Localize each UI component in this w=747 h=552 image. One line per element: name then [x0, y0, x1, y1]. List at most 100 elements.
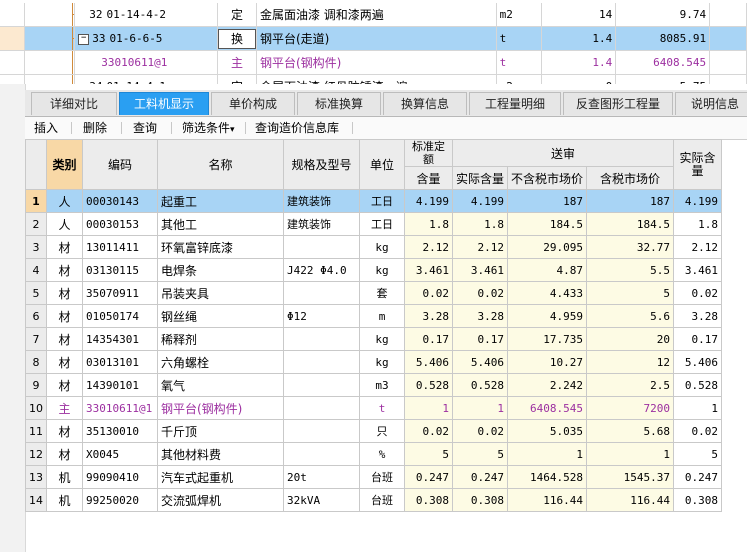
actual-content2-cell[interactable]: 1: [673, 396, 723, 420]
price-excl-tax-cell[interactable]: 116.44: [507, 488, 588, 512]
actual-content2-cell[interactable]: 0.17: [673, 327, 723, 351]
code-cell[interactable]: 13011411: [82, 235, 158, 259]
category-cell[interactable]: 主: [46, 396, 83, 420]
std-content-cell[interactable]: 5: [404, 442, 453, 466]
bill-price-cell[interactable]: 8085.91: [615, 26, 711, 51]
material-row[interactable]: 4 材 03130115 电焊条 J422 Φ4.0 kg 3.461 3.461 4.87 5.…: [25, 258, 723, 282]
unit-cell[interactable]: 工日: [359, 212, 405, 236]
material-row[interactable]: 7 材 14354301 稀释剂 kg 0.17 0.17 17.735 20 0.17: [25, 327, 723, 351]
bill-code-cell[interactable]: 33010611@1: [74, 50, 218, 75]
filter-dropdown[interactable]: 筛选条件▾: [182, 120, 235, 136]
tab-6[interactable]: 工程量明细: [469, 92, 561, 115]
code-cell[interactable]: 00030143: [82, 189, 158, 213]
bill-type-cell[interactable]: 定: [217, 74, 257, 84]
category-cell[interactable]: 人: [46, 212, 83, 236]
row-number[interactable]: 7: [25, 327, 47, 351]
material-row[interactable]: 8 材 03013101 六角螺栓 kg 5.406 5.406 10.27 12 5.406: [25, 350, 723, 374]
std-content-cell[interactable]: 2.12: [404, 235, 453, 259]
price-incl-tax-cell[interactable]: 32.77: [586, 235, 675, 259]
actual-content2-cell[interactable]: 0.308: [673, 488, 723, 512]
code-header[interactable]: 编码: [82, 139, 158, 190]
category-cell[interactable]: 材: [46, 281, 83, 305]
actual-content2-cell[interactable]: 3.461: [673, 258, 723, 282]
name-cell[interactable]: 起重工: [157, 189, 284, 213]
category-cell[interactable]: 材: [46, 258, 83, 282]
std-content-cell[interactable]: 5.406: [404, 350, 453, 374]
row-number[interactable]: 8: [25, 350, 47, 374]
row-number[interactable]: 1: [25, 189, 47, 213]
spec-cell[interactable]: [283, 373, 360, 397]
bill-item-row[interactable]: −33 01-6-6-5 换钢平台(走道) t 1.4 8085.91: [0, 26, 747, 51]
bill-unit-cell[interactable]: m2: [496, 74, 543, 84]
name-cell[interactable]: 交流弧焊机: [157, 488, 284, 512]
bill-name-cell[interactable]: 钢平台(钢构件): [256, 50, 497, 75]
price-incl-tax-cell[interactable]: 5.68: [586, 419, 675, 443]
code-cell[interactable]: 01050174: [82, 304, 158, 328]
material-row[interactable]: 13 机 99090410 汽车式起重机 20t 台班 0.247 0.247 1464.528…: [25, 465, 723, 489]
collapse-icon[interactable]: −: [78, 33, 90, 45]
std-content-cell[interactable]: 0.17: [404, 327, 453, 351]
unit-cell[interactable]: kg: [359, 235, 405, 259]
price-incl-tax-cell[interactable]: 184.5: [586, 212, 675, 236]
actual-content-cell[interactable]: 3.28: [451, 304, 509, 328]
actual-content-cell[interactable]: 4.199: [451, 189, 509, 213]
tab-1[interactable]: 详细对比: [31, 92, 117, 115]
spec-cell[interactable]: [283, 235, 360, 259]
bill-code-cell[interactable]: 32 01-14-4-2: [74, 3, 218, 27]
row-number[interactable]: 11: [25, 419, 47, 443]
tab-8[interactable]: 说明信息: [675, 92, 747, 115]
spec-cell[interactable]: [283, 396, 360, 420]
spec-header[interactable]: 规格及型号: [283, 139, 360, 190]
actual-content-cell[interactable]: 0.308: [451, 488, 509, 512]
row-number[interactable]: 9: [25, 373, 47, 397]
std-content-cell[interactable]: 3.461: [404, 258, 453, 282]
tab-3[interactable]: 单价构成: [211, 92, 295, 115]
std-content-cell[interactable]: 3.28: [404, 304, 453, 328]
spec-cell[interactable]: 建筑装饰: [283, 212, 360, 236]
price-incl-tax-cell[interactable]: 7200: [586, 396, 675, 420]
bill-unit-cell[interactable]: t: [496, 26, 543, 51]
actual-content-cell[interactable]: 1.8: [451, 212, 509, 236]
price-incl-tax-cell[interactable]: 1: [586, 442, 675, 466]
unit-cell[interactable]: m: [359, 304, 405, 328]
name-header[interactable]: 名称: [157, 139, 284, 190]
name-cell[interactable]: 钢平台(钢构件): [157, 396, 284, 420]
tree-cell[interactable]: [24, 3, 76, 27]
spec-cell[interactable]: [283, 350, 360, 374]
unit-cell[interactable]: 套: [359, 281, 405, 305]
spec-cell[interactable]: [283, 442, 360, 466]
name-cell[interactable]: 稀释剂: [157, 327, 284, 351]
code-cell[interactable]: 03130115: [82, 258, 158, 282]
actual-content2-cell[interactable]: 5.406: [673, 350, 723, 374]
row-number[interactable]: 3: [25, 235, 47, 259]
actual-content2-header[interactable]: 实际含量: [673, 139, 723, 190]
material-row[interactable]: 11 材 35130010 千斤顶只 0.02 0.02 5.035 5.68 0.02: [25, 419, 723, 443]
bill-qty-cell[interactable]: 1.4: [541, 26, 617, 51]
bill-price-cell[interactable]: 6408.545: [615, 50, 711, 75]
actual-content2-cell[interactable]: 0.528: [673, 373, 723, 397]
actual-content-header[interactable]: 实际含量: [451, 166, 509, 190]
spec-cell[interactable]: 20t: [283, 465, 360, 489]
unit-cell[interactable]: 台班: [359, 488, 405, 512]
price-excl-tax-cell[interactable]: 5.035: [507, 419, 588, 443]
category-cell[interactable]: 材: [46, 327, 83, 351]
bill-qty-cell[interactable]: 1.4: [541, 50, 617, 75]
category-cell[interactable]: 机: [46, 465, 83, 489]
category-header[interactable]: 类别: [46, 139, 83, 190]
category-cell[interactable]: 材: [46, 235, 83, 259]
price-incl-tax-cell[interactable]: 5.5: [586, 258, 675, 282]
actual-content-cell[interactable]: 0.02: [451, 281, 509, 305]
spec-cell[interactable]: 32kVA: [283, 488, 360, 512]
material-row[interactable]: 5 材 35070911 吊装夹具套 0.02 0.02 4.433 5 0.02: [25, 281, 723, 305]
actual-content2-cell[interactable]: 0.02: [673, 419, 723, 443]
name-cell[interactable]: 其他工: [157, 212, 284, 236]
actual-content-cell[interactable]: 0.528: [451, 373, 509, 397]
actual-content2-cell[interactable]: 5: [673, 442, 723, 466]
name-cell[interactable]: 氧气: [157, 373, 284, 397]
actual-content-cell[interactable]: 5: [451, 442, 509, 466]
bill-item-row[interactable]: 33010611@1 主钢平台(钢构件) t 1.4 6408.545: [0, 50, 747, 75]
std-content-cell[interactable]: 0.02: [404, 281, 453, 305]
material-row[interactable]: 9 材 14390101 氧气 m3 0.528 0.528 2.242 2.5 0.528: [25, 373, 723, 397]
insert-button[interactable]: 插入: [34, 120, 58, 136]
name-cell[interactable]: 吊装夹具: [157, 281, 284, 305]
